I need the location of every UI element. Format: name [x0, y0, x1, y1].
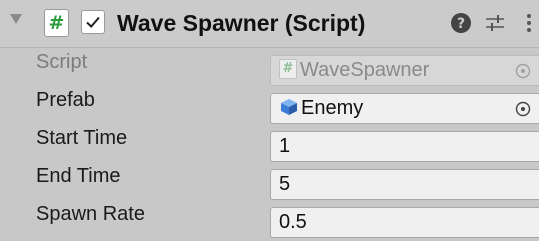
start-time-input[interactable]: 1	[270, 131, 539, 162]
presets-sliders-icon[interactable]	[484, 12, 506, 34]
component-header[interactable]: # Wave Spawner (Script) ?	[0, 0, 539, 48]
help-icon[interactable]: ?	[450, 12, 472, 34]
spawn-rate-input[interactable]: 0.5	[270, 207, 539, 238]
end-time-input[interactable]: 5	[270, 169, 539, 200]
script-property-row: Script # WaveSpawner	[0, 51, 539, 89]
prefab-object-field[interactable]: Enemy	[270, 93, 539, 124]
end-time-property-row: End Time 5	[0, 165, 539, 203]
svg-text:?: ?	[457, 16, 465, 32]
foldout-arrow-icon[interactable]	[10, 14, 22, 24]
spawn-rate-property-row: Spawn Rate 0.5	[0, 203, 539, 241]
script-hash-icon: #	[44, 9, 69, 37]
prefab-property-row: Prefab Enemy	[0, 89, 539, 127]
inspector-component-panel: # Wave Spawner (Script) ? Script # WaveSp…	[0, 0, 539, 241]
script-field-value: WaveSpawner	[300, 59, 430, 81]
prefab-cube-icon	[281, 98, 297, 115]
component-title: Wave Spawner (Script)	[117, 10, 366, 36]
start-time-label: Start Time	[36, 127, 128, 149]
script-field-hash-icon: #	[279, 58, 297, 79]
script-picker-icon	[515, 63, 531, 79]
end-time-label: End Time	[36, 165, 121, 187]
checkmark-icon	[86, 16, 100, 28]
object-picker-icon[interactable]	[515, 101, 531, 117]
component-enabled-checkbox[interactable]	[81, 10, 105, 34]
start-time-property-row: Start Time 1	[0, 127, 539, 165]
prefab-field-value: Enemy	[301, 97, 364, 119]
spawn-rate-label: Spawn Rate	[36, 203, 145, 225]
script-label: Script	[36, 51, 88, 73]
script-field: # WaveSpawner	[270, 55, 539, 86]
context-menu-kebab-icon[interactable]	[518, 12, 539, 34]
prefab-label: Prefab	[36, 89, 95, 111]
